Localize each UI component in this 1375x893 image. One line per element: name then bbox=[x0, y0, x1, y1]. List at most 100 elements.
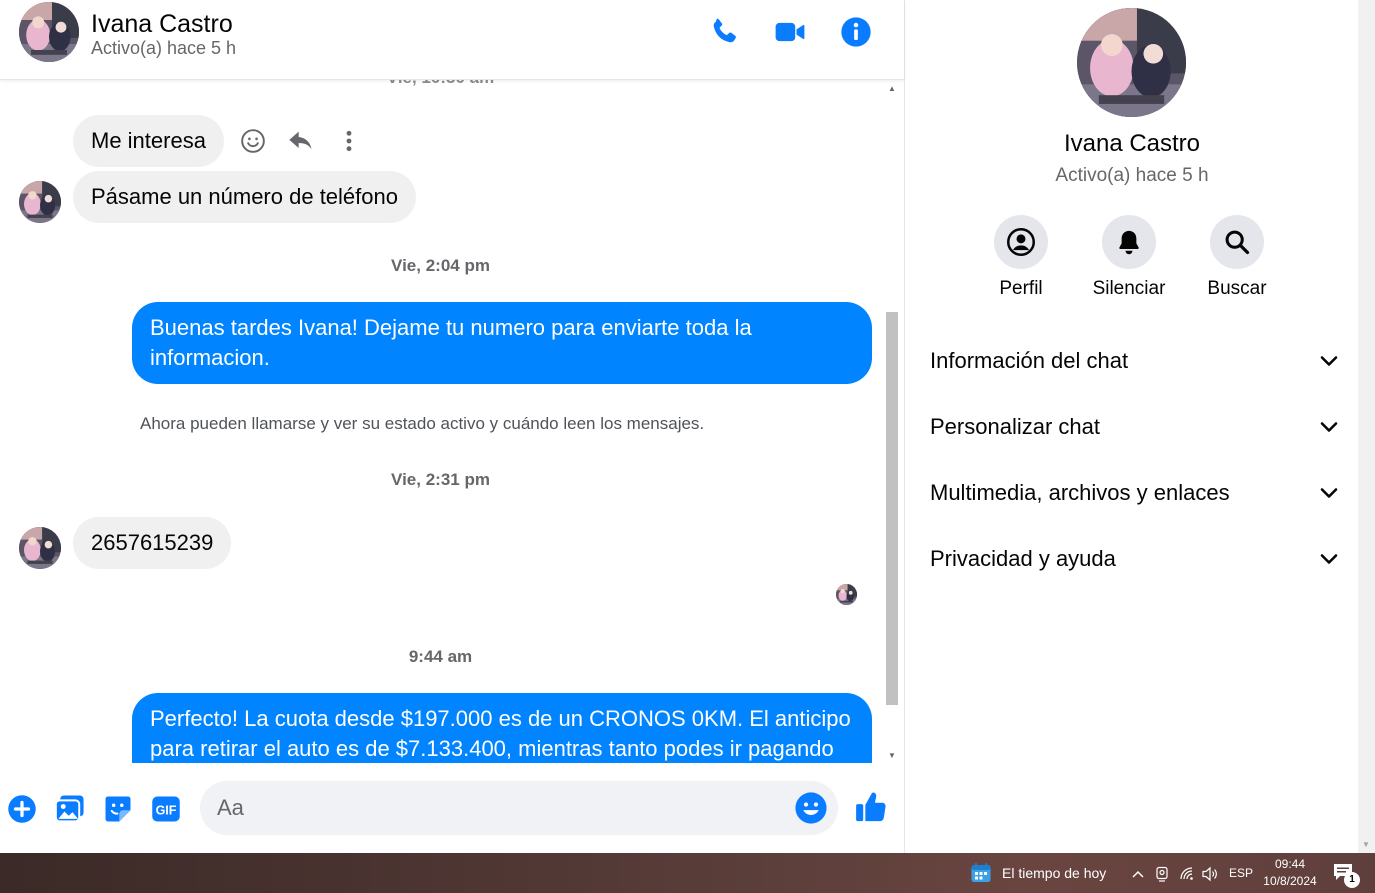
conversation-info-button[interactable] bbox=[838, 14, 874, 50]
reply-icon bbox=[289, 131, 312, 150]
system-notice: Ahora pueden llamarse y ver su estado ac… bbox=[140, 414, 705, 433]
section-title: Multimedia, archivos y enlaces bbox=[930, 480, 1230, 505]
scroll-thumb[interactable] bbox=[886, 312, 898, 705]
sticker-button[interactable] bbox=[102, 793, 134, 825]
search-action[interactable]: Buscar bbox=[1192, 215, 1282, 300]
notification-count-badge: 1 bbox=[1344, 872, 1360, 888]
mute-action[interactable]: Silenciar bbox=[1084, 215, 1174, 300]
input-language-indicator[interactable]: ESP bbox=[1229, 866, 1253, 880]
timestamp-separator: 9:44 am bbox=[408, 647, 473, 666]
plus-circle-icon bbox=[8, 795, 36, 823]
more-actions-button[interactable] bbox=[6, 793, 38, 825]
contact-avatar[interactable] bbox=[19, 2, 79, 62]
phone-icon bbox=[713, 18, 736, 43]
scroll-down-arrow[interactable]: ▼ bbox=[1362, 840, 1370, 849]
more-options-button[interactable] bbox=[334, 126, 364, 156]
message-composer: GIF bbox=[0, 763, 904, 853]
section-customize-chat[interactable]: Personalizar chat bbox=[930, 404, 1340, 450]
message-scrollbar[interactable]: ▲ ▼ bbox=[883, 80, 901, 763]
section-chat-info[interactable]: Información del chat bbox=[930, 338, 1340, 384]
volume-button[interactable] bbox=[1201, 865, 1219, 883]
profile-action-circle bbox=[994, 215, 1048, 269]
reply-button[interactable] bbox=[286, 126, 316, 156]
page-scrollbar[interactable]: ▼ bbox=[1358, 0, 1375, 853]
weather-widget[interactable]: El tiempo de hoy bbox=[970, 862, 1106, 884]
message-bubble-incoming[interactable]: Me interesa bbox=[73, 115, 224, 167]
thumbs-up-icon bbox=[856, 792, 886, 822]
gif-icon: GIF bbox=[152, 796, 180, 822]
react-button[interactable] bbox=[238, 126, 268, 156]
read-receipt-avatar bbox=[836, 584, 857, 605]
avatar-image bbox=[836, 584, 857, 605]
chevron-up-icon bbox=[1132, 870, 1144, 878]
photo-gallery-icon bbox=[54, 795, 84, 823]
message-bubble-incoming[interactable]: Pásame un número de teléfono bbox=[73, 171, 416, 223]
emoji-button[interactable] bbox=[794, 791, 828, 825]
svg-text:GIF: GIF bbox=[156, 803, 177, 817]
contact-profile-picture[interactable] bbox=[1077, 8, 1186, 117]
search-icon bbox=[1225, 230, 1250, 255]
emoji-icon bbox=[795, 792, 827, 824]
avatar-image bbox=[19, 527, 61, 569]
clock-time: 09:44 bbox=[1274, 857, 1306, 871]
profile-icon bbox=[1007, 228, 1035, 256]
video-call-button[interactable] bbox=[772, 14, 808, 50]
search-action-label: Buscar bbox=[1207, 278, 1267, 299]
message-bubble-outgoing[interactable]: Perfecto! La cuota desde $197.000 es de … bbox=[132, 693, 872, 763]
taskbar-clock[interactable]: 09:44 10/8/2024 bbox=[1258, 856, 1322, 890]
more-vertical-icon bbox=[346, 130, 352, 152]
scroll-down-arrow[interactable]: ▼ bbox=[883, 751, 901, 763]
avatar-image bbox=[1077, 8, 1186, 117]
profile-action[interactable]: Perfil bbox=[976, 215, 1066, 300]
message-actions bbox=[238, 125, 364, 157]
chevron-down-icon bbox=[1318, 350, 1340, 372]
section-media-files-links[interactable]: Multimedia, archivos y enlaces bbox=[930, 470, 1340, 516]
attach-photo-button[interactable] bbox=[54, 793, 86, 825]
wifi-icon bbox=[1180, 867, 1193, 880]
calendar-icon bbox=[971, 863, 991, 882]
windows-taskbar: El tiempo de hoy ESP 09:44 10/8/2024 1 bbox=[0, 853, 1375, 893]
gif-button[interactable]: GIF bbox=[150, 793, 182, 825]
speaker-icon bbox=[1202, 866, 1217, 882]
message-bubble-outgoing[interactable]: Buenas tardes Ivana! Dejame tu numero pa… bbox=[132, 302, 872, 384]
contact-name[interactable]: Ivana Castro bbox=[91, 10, 233, 39]
scroll-up-arrow[interactable]: ▲ bbox=[883, 84, 901, 94]
webcam-icon bbox=[1156, 866, 1168, 882]
section-title: Privacidad y ayuda bbox=[930, 546, 1116, 571]
send-like-button[interactable] bbox=[853, 789, 889, 825]
section-title: Personalizar chat bbox=[930, 414, 1100, 439]
mute-action-circle bbox=[1102, 215, 1156, 269]
audio-call-button[interactable] bbox=[706, 14, 742, 50]
section-title: Información del chat bbox=[930, 348, 1129, 373]
timestamp-separator: Vie, 2:04 pm bbox=[391, 256, 490, 275]
avatar-image bbox=[19, 2, 79, 62]
message-list[interactable]: Vie, 10:30 am Me interesa bbox=[0, 80, 904, 763]
section-privacy-support[interactable]: Privacidad y ayuda bbox=[930, 536, 1340, 582]
timestamp-separator: Vie, 10:30 am bbox=[0, 80, 881, 88]
contact-avatar-small[interactable] bbox=[19, 527, 61, 569]
messenger-app: Ivana Castro Activo(a) hace 5 h Me inter… bbox=[0, 0, 1375, 853]
chevron-down-icon bbox=[1318, 416, 1340, 438]
clock-date: 10/8/2024 bbox=[1263, 874, 1317, 888]
network-button[interactable] bbox=[1178, 865, 1196, 883]
info-contact-status: Activo(a) hace 5 h bbox=[1055, 165, 1209, 186]
info-icon bbox=[841, 17, 871, 47]
message-input[interactable] bbox=[217, 789, 787, 827]
show-hidden-icons-button[interactable] bbox=[1129, 865, 1147, 883]
mute-action-label: Silenciar bbox=[1092, 278, 1166, 299]
notification-center-button[interactable]: 1 bbox=[1332, 862, 1360, 888]
chat-panel: Ivana Castro Activo(a) hace 5 h Me inter… bbox=[0, 0, 904, 853]
contact-status: Activo(a) hace 5 h bbox=[91, 38, 237, 58]
weather-label: El tiempo de hoy bbox=[1002, 865, 1107, 881]
contact-avatar-small[interactable] bbox=[19, 181, 61, 223]
chat-header: Ivana Castro Activo(a) hace 5 h bbox=[0, 0, 904, 80]
meet-now-button[interactable] bbox=[1153, 865, 1171, 883]
chevron-down-icon bbox=[1318, 548, 1340, 570]
bell-icon bbox=[1119, 230, 1139, 255]
timestamp-separator: Vie, 2:31 pm bbox=[391, 470, 490, 489]
message-bubble-incoming[interactable]: 2657615239 bbox=[73, 517, 232, 569]
sticker-icon bbox=[105, 796, 131, 822]
profile-action-label: Perfil bbox=[999, 278, 1043, 299]
avatar-image bbox=[19, 181, 61, 223]
video-camera-icon bbox=[775, 22, 805, 42]
